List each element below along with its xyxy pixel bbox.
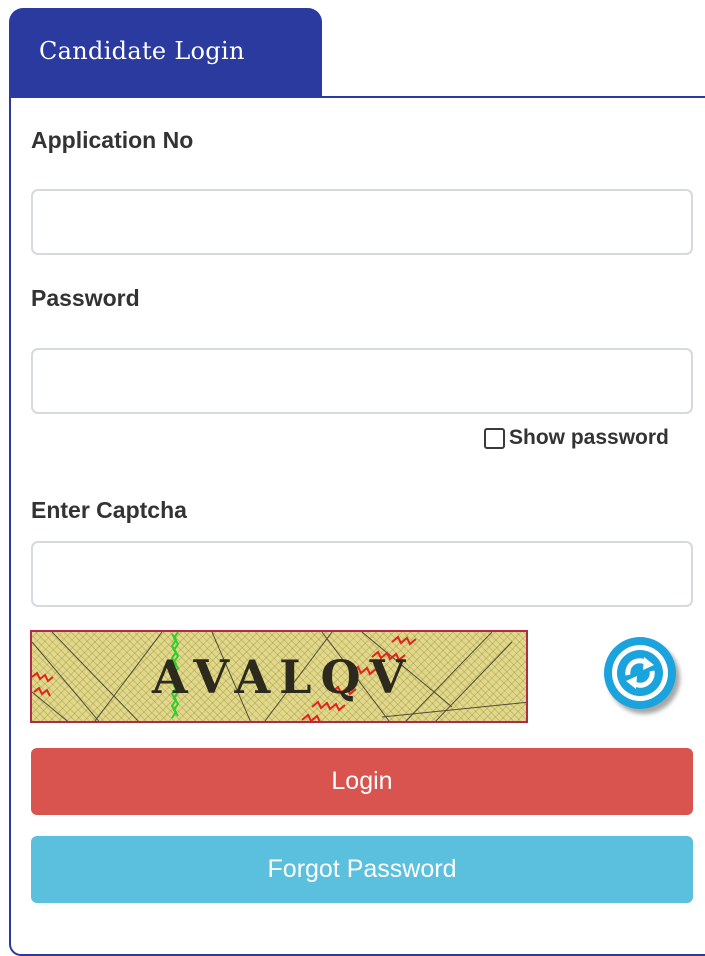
refresh-captcha-button[interactable] bbox=[604, 637, 676, 709]
show-password-toggle[interactable]: Show password bbox=[484, 426, 669, 450]
forgot-password-button[interactable]: Forgot Password bbox=[31, 836, 693, 903]
refresh-icon bbox=[612, 645, 668, 701]
application-no-label: Application No bbox=[31, 127, 194, 153]
show-password-label: Show password bbox=[509, 426, 669, 449]
password-label: Password bbox=[31, 285, 140, 311]
enter-captcha-label: Enter Captcha bbox=[31, 497, 187, 523]
show-password-checkbox[interactable] bbox=[484, 427, 505, 449]
application-no-input[interactable] bbox=[31, 189, 693, 255]
candidate-login-tab[interactable]: Candidate Login bbox=[9, 8, 322, 96]
captcha-input[interactable] bbox=[31, 541, 693, 607]
captcha-text: AVALQV bbox=[152, 650, 415, 704]
password-input[interactable] bbox=[31, 348, 693, 414]
captcha-image: AVALQV bbox=[30, 630, 528, 723]
tab-title: Candidate Login bbox=[39, 37, 245, 65]
login-button[interactable]: Login bbox=[31, 748, 693, 815]
